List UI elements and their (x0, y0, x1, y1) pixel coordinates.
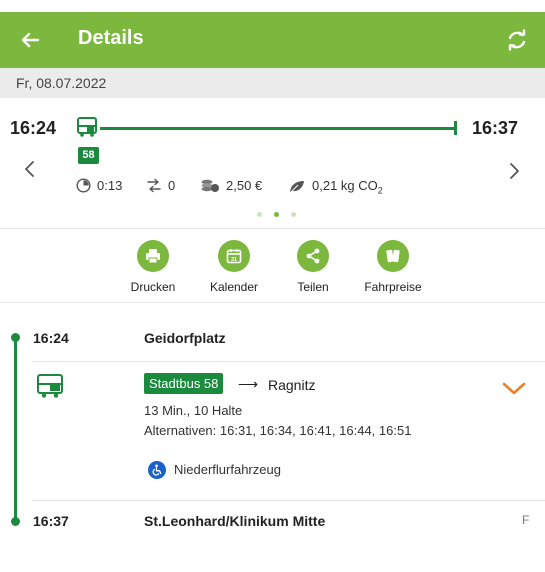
route-line (100, 127, 455, 130)
duration-value: 0:13 (97, 178, 123, 193)
fares-button[interactable]: Fahrpreise (353, 240, 433, 294)
print-label: Drucken (130, 280, 176, 294)
line-badge: 58 (78, 147, 99, 164)
share-icon (306, 248, 320, 264)
action-bar: Drucken 31 Kalender Teilen Fahrpreise (0, 240, 545, 300)
departure-time: 16:24 (10, 118, 57, 138)
fares-button-circle (377, 240, 409, 272)
chevron-right-icon[interactable] (504, 160, 524, 182)
timeline-line (14, 337, 17, 521)
chevron-down-icon[interactable] (500, 378, 528, 398)
bus-icon (37, 374, 63, 398)
row-divider (32, 500, 545, 501)
price-stat: 2,50 € (200, 178, 262, 193)
page-title: Details (78, 27, 144, 49)
timeline-start-dot (11, 333, 20, 342)
share-label: Teilen (297, 280, 329, 294)
wheelchair-glyph (152, 464, 162, 476)
co2-stat: 0,21 kg CO2 (288, 178, 383, 196)
start-time: 16:24 (33, 330, 69, 346)
end-stop-name: St.Leonhard/Klinikum Mitte (144, 513, 326, 529)
print-button[interactable]: Drucken (113, 240, 193, 294)
refresh-icon[interactable] (503, 26, 531, 54)
leg-duration-stops: 13 Min., 10 Halte (144, 403, 243, 418)
divider (0, 228, 545, 229)
route-end-marker (454, 121, 457, 135)
price-value: 2,50 € (226, 178, 263, 193)
calendar-day: 31 (231, 257, 237, 263)
co2-subscript: 2 (377, 185, 383, 196)
printer-icon (146, 249, 160, 264)
page-dot-active (274, 212, 279, 217)
co2-value: 0,21 kg CO2 (312, 178, 383, 196)
chevron-left-icon[interactable] (20, 158, 40, 180)
date-bar: Fr, 08.07.2022 (0, 68, 545, 98)
direction-destination: Ragnitz (268, 377, 316, 393)
arrival-time: 16:37 (472, 118, 519, 138)
leaf-icon (289, 181, 304, 194)
calendar-button-circle: 31 (218, 240, 250, 272)
bus-icon (77, 117, 97, 137)
platform-label: F (522, 513, 530, 527)
page-dot (291, 212, 296, 217)
row-divider (32, 361, 545, 362)
calendar-label: Kalender (209, 280, 259, 294)
transfers-value: 0 (168, 178, 176, 193)
line-badge: Stadtbus 58 (144, 373, 224, 394)
start-stop-name: Geidorfplatz (144, 330, 226, 346)
share-button[interactable]: Teilen (273, 240, 353, 294)
calendar-icon: 31 (226, 249, 242, 264)
transfer-icon (147, 178, 161, 193)
page-indicator (257, 212, 297, 218)
leg-alternatives: Alternativen: 16:31, 16:34, 16:41, 16:44… (144, 423, 412, 438)
trip-date: Fr, 08.07.2022 (16, 75, 107, 91)
accessibility-label: Niederflurfahrzeug (174, 462, 281, 477)
share-button-circle (297, 240, 329, 272)
duration-stat: 0:13 (76, 178, 122, 193)
back-arrow-icon[interactable] (16, 26, 44, 54)
app-bar: Details (0, 12, 545, 68)
divider (0, 302, 545, 303)
transfers-stat: 0 (146, 178, 175, 193)
duration-icon (76, 178, 91, 193)
tickets-icon (386, 249, 400, 263)
page-dot (257, 212, 262, 217)
coins-icon (201, 179, 219, 192)
co2-amount: 0,21 kg CO (312, 178, 378, 193)
end-time: 16:37 (33, 513, 69, 529)
trip-summary-card: 16:24 16:37 58 0:13 0 2,50 € 0,21 kg CO2 (0, 98, 545, 228)
wheelchair-icon (148, 461, 166, 479)
timeline-end-dot (11, 517, 20, 526)
fares-label: Fahrpreise (364, 280, 422, 294)
calendar-button[interactable]: 31 Kalender (194, 240, 274, 294)
direction-arrow: ⟶ (238, 376, 259, 392)
print-button-circle (137, 240, 169, 272)
